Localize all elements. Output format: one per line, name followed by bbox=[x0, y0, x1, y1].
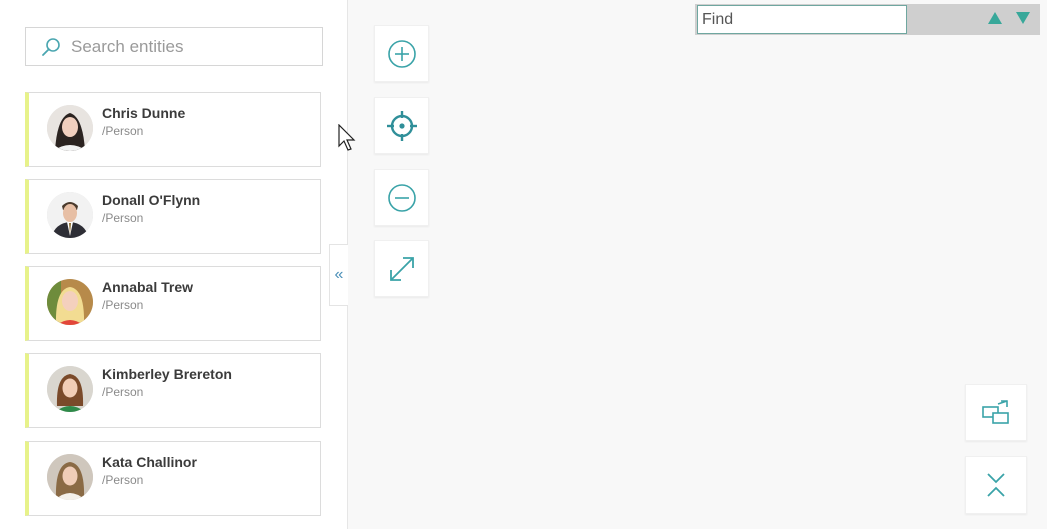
entity-name: Donall O'Flynn bbox=[102, 192, 201, 208]
search-box[interactable] bbox=[25, 27, 323, 66]
find-next-icon[interactable] bbox=[1016, 12, 1030, 24]
avatar bbox=[47, 279, 93, 325]
entity-type: /Person bbox=[102, 211, 144, 225]
fit-to-screen-button[interactable] bbox=[374, 240, 429, 297]
entity-card[interactable]: Chris Dunne /Person bbox=[25, 92, 321, 167]
entity-name: Kata Challinor bbox=[102, 454, 197, 470]
find-previous-icon[interactable] bbox=[988, 12, 1002, 24]
entity-card[interactable]: Kimberley Brereton /Person bbox=[25, 353, 321, 428]
avatar bbox=[47, 454, 93, 500]
collapse-panel-button[interactable]: « bbox=[329, 244, 348, 306]
find-input[interactable] bbox=[697, 5, 907, 34]
expand-icon bbox=[389, 256, 414, 281]
entity-type: /Person bbox=[102, 385, 144, 399]
entity-type: /Person bbox=[102, 298, 144, 312]
layout-button[interactable] bbox=[965, 384, 1027, 441]
search-input[interactable] bbox=[71, 28, 322, 65]
entity-type: /Person bbox=[102, 473, 144, 487]
double-chevron-left-icon: « bbox=[334, 266, 344, 283]
collapse-icon bbox=[987, 473, 1005, 497]
avatar bbox=[47, 366, 93, 412]
search-icon bbox=[40, 36, 62, 58]
entity-card[interactable]: Kata Challinor /Person bbox=[25, 441, 321, 516]
layout-switch-icon bbox=[982, 399, 1009, 424]
crosshair-icon bbox=[386, 110, 417, 141]
entity-card[interactable]: Annabal Trew /Person bbox=[25, 266, 321, 341]
collapse-all-button[interactable] bbox=[965, 456, 1027, 514]
avatar bbox=[47, 105, 93, 151]
zoom-in-icon bbox=[387, 39, 416, 68]
entity-card[interactable]: Donall O'Flynn /Person bbox=[25, 179, 321, 254]
zoom-out-icon bbox=[387, 183, 416, 212]
entity-name: Kimberley Brereton bbox=[102, 366, 232, 382]
entity-type: /Person bbox=[102, 124, 144, 138]
center-button[interactable] bbox=[374, 97, 429, 154]
zoom-in-button[interactable] bbox=[374, 25, 429, 82]
entity-panel: Chris Dunne /Person Donall O'Flynn /Pers… bbox=[0, 0, 348, 529]
find-bar bbox=[695, 4, 1040, 35]
entity-name: Chris Dunne bbox=[102, 105, 186, 121]
zoom-out-button[interactable] bbox=[374, 169, 429, 226]
entity-name: Annabal Trew bbox=[102, 279, 194, 295]
avatar bbox=[47, 192, 93, 238]
